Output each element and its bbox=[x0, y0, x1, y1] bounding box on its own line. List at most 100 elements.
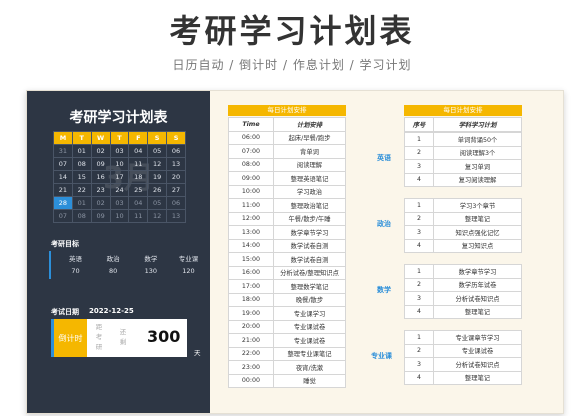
calendar-day[interactable]: 16 bbox=[90, 170, 111, 184]
calendar-day[interactable]: 27 bbox=[166, 183, 186, 197]
calendar-day[interactable]: 03 bbox=[109, 196, 130, 210]
study-plan-cell[interactable]: 数学历年试卷 bbox=[433, 277, 522, 292]
calendar-day[interactable]: 10 bbox=[109, 157, 130, 171]
calendar-day[interactable]: 02 bbox=[90, 196, 111, 210]
goal-score[interactable]: 120 bbox=[170, 267, 207, 275]
study-plan-cell[interactable]: 整理笔记 bbox=[433, 211, 522, 226]
calendar-day[interactable]: 05 bbox=[147, 196, 168, 210]
study-plan-cell[interactable]: 复习单词 bbox=[433, 159, 522, 174]
row-number-cell: 1 bbox=[404, 132, 434, 147]
calendar-day[interactable]: 17 bbox=[109, 170, 130, 184]
calendar-day[interactable]: 20 bbox=[166, 170, 186, 184]
plan-cell[interactable]: 数学试卷自测 bbox=[273, 252, 346, 267]
plan-cell[interactable]: 专业课试卷 bbox=[273, 333, 346, 348]
study-plan-cell[interactable]: 专业课章节学习 bbox=[433, 330, 522, 345]
plan-cell[interactable]: 整理数学笔记 bbox=[273, 279, 346, 294]
calendar-day[interactable]: 11 bbox=[128, 209, 149, 223]
plan-cell[interactable]: 整理政治笔记 bbox=[273, 198, 346, 213]
calendar-day[interactable]: 04 bbox=[128, 196, 149, 210]
exam-date-value[interactable]: 2022-12-25 bbox=[89, 307, 134, 315]
panel-title: 考研学习计划表 bbox=[69, 110, 168, 126]
plan-cell[interactable]: 睡觉 bbox=[273, 373, 346, 388]
col-study-header: 学科学习计划 bbox=[433, 117, 522, 132]
study-plan-cell[interactable]: 知识点强化记忆 bbox=[433, 225, 522, 240]
plan-cell[interactable]: 整理英语笔记 bbox=[273, 171, 346, 186]
study-plan-cell[interactable]: 数学章节学习 bbox=[433, 264, 522, 279]
goal-subject: 英语 bbox=[69, 255, 82, 263]
study-group-table: 1 数学章节学习 2 数学历年试卷 3 分析试卷知识点 4 整理笔记 bbox=[404, 264, 522, 319]
study-plan-cell[interactable]: 复习知识点 bbox=[433, 238, 522, 253]
row-number-cell: 2 bbox=[404, 277, 434, 292]
study-plan-cell[interactable]: 阅读理解3个 bbox=[433, 145, 522, 160]
calendar-day[interactable]: 24 bbox=[109, 183, 130, 197]
countdown-caption-2: 还 剩 bbox=[119, 327, 127, 347]
calendar-day[interactable]: 18 bbox=[128, 170, 149, 184]
plan-cell[interactable]: 数学试卷自测 bbox=[273, 238, 346, 253]
calendar-day[interactable]: 15 bbox=[71, 170, 92, 184]
plan-cell[interactable]: 阅读理解 bbox=[273, 157, 346, 172]
time-cell: 16:00 bbox=[228, 265, 274, 280]
row-number-cell: 3 bbox=[404, 159, 434, 174]
plan-cell[interactable]: 晚餐/散步 bbox=[273, 292, 346, 307]
calendar-day[interactable]: 07 bbox=[53, 209, 73, 223]
table-row: 00:00 睡觉 bbox=[228, 373, 346, 388]
calendar-day[interactable]: 05 bbox=[147, 144, 168, 158]
time-cell: 07:00 bbox=[228, 144, 274, 159]
calendar-day[interactable]: 11 bbox=[128, 157, 149, 171]
calendar-day[interactable]: 06 bbox=[166, 144, 186, 158]
calendar-day[interactable]: 22 bbox=[71, 183, 92, 197]
goal-score[interactable]: 80 bbox=[95, 267, 132, 275]
calendar-day[interactable]: 26 bbox=[147, 183, 168, 197]
row-number-cell: 3 bbox=[404, 357, 434, 372]
calendar-day[interactable]: 04 bbox=[128, 144, 149, 158]
goal-score[interactable]: 70 bbox=[57, 267, 94, 275]
calendar-day[interactable]: 13 bbox=[166, 157, 186, 171]
calendar-day[interactable]: 07 bbox=[53, 157, 73, 171]
plan-cell[interactable]: 数学章节学习 bbox=[273, 225, 346, 240]
col-time-header: Time bbox=[228, 117, 274, 132]
plan-cell[interactable]: 分析试卷/整理知识点 bbox=[273, 265, 346, 280]
goal-score[interactable]: 130 bbox=[132, 267, 169, 275]
calendar-day[interactable]: 25 bbox=[128, 183, 149, 197]
calendar-day[interactable]: 12 bbox=[147, 157, 168, 171]
study-plan-cell[interactable]: 分析试卷知识点 bbox=[433, 291, 522, 306]
plan-cell[interactable]: 起床/早餐/跑步 bbox=[273, 130, 346, 145]
calendar-day[interactable]: 31 bbox=[53, 144, 73, 158]
study-plan-cell[interactable]: 整理笔记 bbox=[433, 304, 522, 319]
calendar-day[interactable]: 09 bbox=[90, 157, 111, 171]
study-plan-cell[interactable]: 分析试卷知识点 bbox=[433, 357, 522, 372]
study-plan-cell[interactable]: 专业课试卷 bbox=[433, 343, 522, 358]
table-row: 08:00 阅读理解 bbox=[228, 157, 346, 172]
calendar-day[interactable]: 02 bbox=[90, 144, 111, 158]
calendar-day[interactable]: 14 bbox=[53, 170, 73, 184]
calendar-day[interactable]: 28 bbox=[53, 196, 73, 210]
table-row: 3 知识点强化记忆 bbox=[404, 225, 522, 240]
plan-cell[interactable]: 背单词 bbox=[273, 144, 346, 159]
calendar-day[interactable]: 19 bbox=[147, 170, 168, 184]
calendar-day[interactable]: 09 bbox=[90, 209, 111, 223]
study-plan-cell[interactable]: 复习阅读理解 bbox=[433, 172, 522, 187]
study-plan-cell[interactable]: 整理笔记 bbox=[433, 370, 522, 385]
calendar-day[interactable]: 06 bbox=[166, 196, 186, 210]
calendar-day[interactable]: 23 bbox=[90, 183, 111, 197]
plan-cell[interactable]: 专业课学习 bbox=[273, 306, 346, 321]
calendar-day[interactable]: 10 bbox=[109, 209, 130, 223]
row-number-cell: 3 bbox=[404, 291, 434, 306]
calendar-day[interactable]: 01 bbox=[71, 144, 92, 158]
goal-scores-row: 70 80 130 120 bbox=[57, 267, 207, 275]
plan-cell[interactable]: 专业课试卷 bbox=[273, 319, 346, 334]
calendar-day[interactable]: 13 bbox=[166, 209, 186, 223]
study-plan-cell[interactable]: 学习3个章节 bbox=[433, 198, 522, 213]
plan-cell[interactable]: 学习政治 bbox=[273, 184, 346, 199]
plan-cell[interactable]: 整理专业课笔记 bbox=[273, 346, 346, 361]
calendar-day[interactable]: 12 bbox=[147, 209, 168, 223]
calendar-day[interactable]: 21 bbox=[53, 183, 73, 197]
calendar-day[interactable]: 08 bbox=[71, 157, 92, 171]
calendar: M T W T F S S 31 01 02 03 04 05 06 07 08 09 10 11 12… bbox=[53, 131, 186, 223]
study-plan-cell[interactable]: 单词背诵50个 bbox=[433, 132, 522, 147]
calendar-day[interactable]: 08 bbox=[71, 209, 92, 223]
plan-cell[interactable]: 午餐/散步/午睡 bbox=[273, 211, 346, 226]
calendar-day[interactable]: 03 bbox=[109, 144, 130, 158]
plan-cell[interactable]: 夜宵/洗漱 bbox=[273, 360, 346, 375]
calendar-day[interactable]: 01 bbox=[71, 196, 92, 210]
